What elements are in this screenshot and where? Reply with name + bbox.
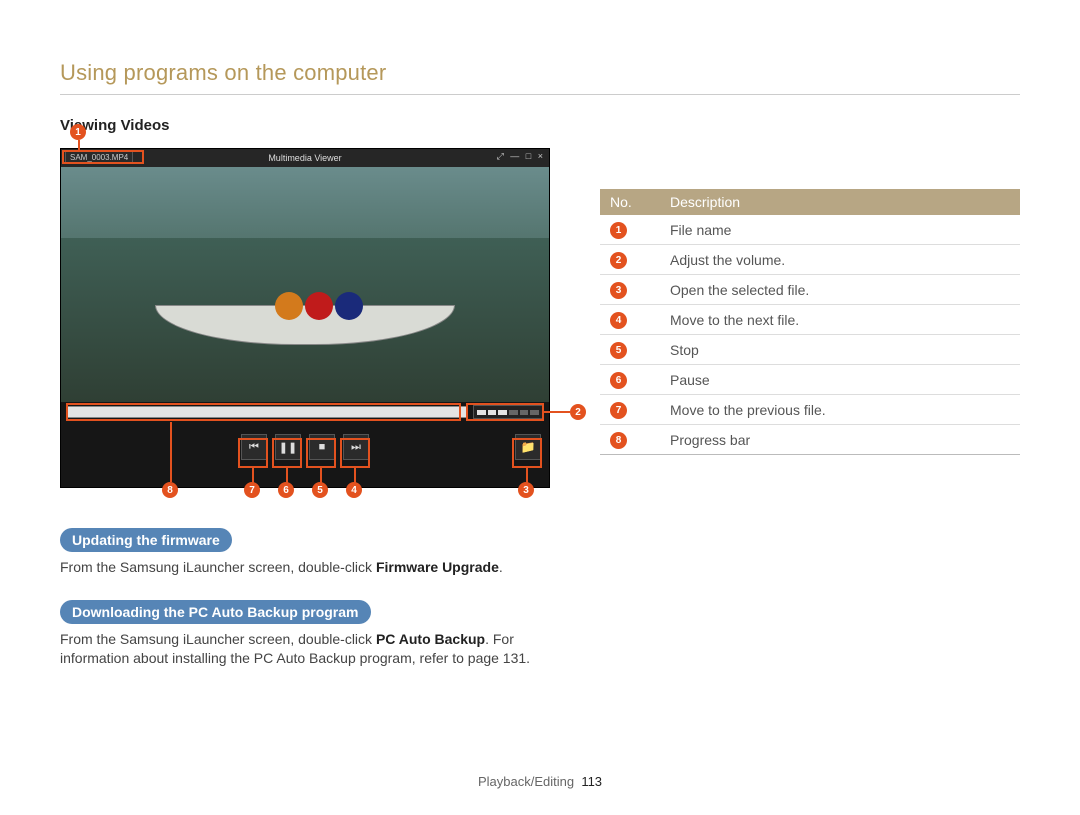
right-column: No. Description 1 File name 2 Adjust the v… <box>600 117 1020 691</box>
pumpkin-red <box>305 292 333 320</box>
pause-button[interactable]: ❚❚ <box>275 434 301 460</box>
row-desc: Move to the previous file. <box>660 395 1020 425</box>
left-column: Viewing Videos 1 SAM_0003.MP4 Multimedia… <box>60 117 560 691</box>
table-row: 3 Open the selected file. <box>600 275 1020 305</box>
volume-segment <box>520 410 529 415</box>
callout-6: 6 <box>278 482 294 498</box>
stop-button[interactable]: ■ <box>309 434 335 460</box>
volume-control[interactable] <box>473 405 543 419</box>
volume-segment <box>498 410 507 415</box>
row-num-icon: 1 <box>610 222 627 239</box>
callout-1-line <box>78 140 80 150</box>
next-button[interactable]: ⏭ <box>343 434 369 460</box>
row-num-icon: 4 <box>610 312 627 329</box>
volume-segment <box>488 410 497 415</box>
row-desc: File name <box>660 215 1020 245</box>
viewing-videos-heading: Viewing Videos <box>60 117 560 134</box>
callout-description-table: No. Description 1 File name 2 Adjust the v… <box>600 189 1020 455</box>
table-row: 5 Stop <box>600 335 1020 365</box>
pc-auto-backup-label: PC Auto Backup <box>376 631 485 647</box>
row-desc: Pause <box>660 365 1020 395</box>
table-row: 2 Adjust the volume. <box>600 245 1020 275</box>
callout-8-line <box>170 422 172 482</box>
backup-paragraph: From the Samsung iLauncher screen, doubl… <box>60 630 560 669</box>
pumpkin-blue <box>335 292 363 320</box>
viewer-titlebar: SAM_0003.MP4 Multimedia Viewer ⤢ — □ × <box>61 149 549 167</box>
table-row: 4 Move to the next file. <box>600 305 1020 335</box>
text: From the Samsung iLauncher screen, doubl… <box>60 559 376 575</box>
callout-7: 7 <box>244 482 260 498</box>
callout-5: 5 <box>312 482 328 498</box>
open-file-button[interactable]: 📁 <box>515 434 541 460</box>
progress-row <box>61 402 549 422</box>
section-title: Using programs on the computer <box>60 60 1020 86</box>
volume-segment <box>530 410 539 415</box>
firmware-upgrade-label: Firmware Upgrade <box>376 559 499 575</box>
table-row: 7 Move to the previous file. <box>600 395 1020 425</box>
firmware-paragraph: From the Samsung iLauncher screen, doubl… <box>60 558 560 578</box>
callout-2: 2 <box>570 404 586 420</box>
row-num-icon: 7 <box>610 402 627 419</box>
firmware-pill-heading: Updating the firmware <box>60 528 232 552</box>
callout-2-line <box>544 411 570 413</box>
footer-section-label: Playback/Editing <box>478 774 574 789</box>
table-row: 1 File name <box>600 215 1020 245</box>
callout-4: 4 <box>346 482 362 498</box>
row-num-icon: 3 <box>610 282 627 299</box>
video-frame <box>61 167 549 402</box>
file-name-chip: SAM_0003.MP4 <box>65 151 133 164</box>
viewer-figure: 1 SAM_0003.MP4 Multimedia Viewer ⤢ — □ × <box>60 148 550 488</box>
page-footer: Playback/Editing 113 <box>0 774 1080 789</box>
row-desc: Progress bar <box>660 425 1020 455</box>
row-num-icon: 2 <box>610 252 627 269</box>
volume-segment <box>477 410 486 415</box>
table-row: 8 Progress bar <box>600 425 1020 455</box>
row-desc: Stop <box>660 335 1020 365</box>
callout-1: 1 <box>70 124 86 140</box>
progress-bar[interactable] <box>67 406 467 418</box>
text: . <box>499 559 503 575</box>
prev-button[interactable]: ⏮ <box>241 434 267 460</box>
row-num-icon: 5 <box>610 342 627 359</box>
volume-segment <box>509 410 518 415</box>
text: From the Samsung iLauncher screen, doubl… <box>60 631 376 647</box>
callout-8: 8 <box>162 482 178 498</box>
section-divider <box>60 94 1020 95</box>
backup-pill-heading: Downloading the PC Auto Backup program <box>60 600 371 624</box>
multimedia-viewer-window: SAM_0003.MP4 Multimedia Viewer ⤢ — □ × <box>60 148 550 488</box>
app-title: Multimedia Viewer <box>268 153 341 163</box>
table-header-no: No. <box>600 189 660 215</box>
row-desc: Open the selected file. <box>660 275 1020 305</box>
controls-row: ⏮ ❚❚ ■ ⏭ 📁 <box>61 422 549 472</box>
table-header-desc: Description <box>660 189 1020 215</box>
row-num-icon: 8 <box>610 432 627 449</box>
row-num-icon: 6 <box>610 372 627 389</box>
footer-page-number: 113 <box>581 774 602 789</box>
table-row: 6 Pause <box>600 365 1020 395</box>
two-column-layout: Viewing Videos 1 SAM_0003.MP4 Multimedia… <box>60 117 1020 691</box>
window-controls[interactable]: ⤢ — □ × <box>497 151 545 162</box>
pumpkin-orange <box>275 292 303 320</box>
callout-3: 3 <box>518 482 534 498</box>
row-desc: Adjust the volume. <box>660 245 1020 275</box>
row-desc: Move to the next file. <box>660 305 1020 335</box>
boat-illustration <box>155 275 455 345</box>
